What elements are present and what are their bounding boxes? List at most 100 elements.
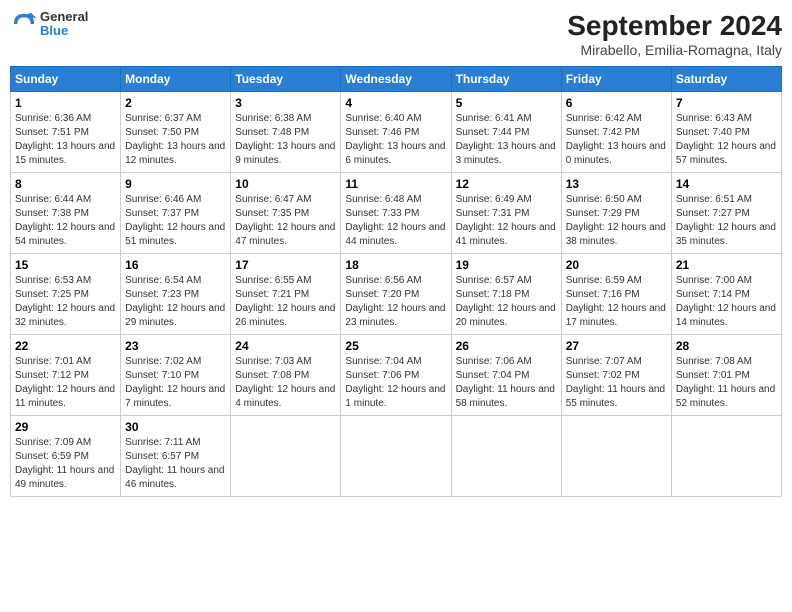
weekday-header-wednesday: Wednesday xyxy=(341,67,451,92)
calendar-cell: 10 Sunrise: 6:47 AMSunset: 7:35 PMDayligh… xyxy=(231,173,341,254)
day-info: Sunrise: 7:11 AMSunset: 6:57 PMDaylight:… xyxy=(125,436,226,492)
day-info: Sunrise: 6:55 AMSunset: 7:21 PMDaylight:… xyxy=(235,274,336,330)
day-number: 13 xyxy=(566,177,667,191)
day-info: Sunrise: 6:42 AMSunset: 7:42 PMDaylight:… xyxy=(566,112,667,168)
day-number: 15 xyxy=(15,258,116,272)
calendar-cell: 30 Sunrise: 7:11 AMSunset: 6:57 PMDayligh… xyxy=(121,416,231,497)
calendar-cell: 16 Sunrise: 6:54 AMSunset: 7:23 PMDayligh… xyxy=(121,254,231,335)
day-info: Sunrise: 6:53 AMSunset: 7:25 PMDaylight:… xyxy=(15,274,116,330)
calendar-table: SundayMondayTuesdayWednesdayThursdayFrid… xyxy=(10,66,782,497)
day-info: Sunrise: 6:59 AMSunset: 7:16 PMDaylight:… xyxy=(566,274,667,330)
day-number: 17 xyxy=(235,258,336,272)
calendar-cell: 26 Sunrise: 7:06 AMSunset: 7:04 PMDayligh… xyxy=(451,335,561,416)
calendar-cell: 21Sunrise: 7:00 AMSunset: 7:14 PMDayligh… xyxy=(671,254,781,335)
day-info: Sunrise: 6:57 AMSunset: 7:18 PMDaylight:… xyxy=(456,274,557,330)
day-info: Sunrise: 7:06 AMSunset: 7:04 PMDaylight:… xyxy=(456,355,557,411)
day-info: Sunrise: 6:37 AMSunset: 7:50 PMDaylight:… xyxy=(125,112,226,168)
calendar-cell xyxy=(671,416,781,497)
day-number: 28 xyxy=(676,339,777,353)
day-info: Sunrise: 7:03 AMSunset: 7:08 PMDaylight:… xyxy=(235,355,336,411)
day-number: 12 xyxy=(456,177,557,191)
calendar-cell: 17 Sunrise: 6:55 AMSunset: 7:21 PMDayligh… xyxy=(231,254,341,335)
calendar-cell: 7 Sunrise: 6:43 AMSunset: 7:40 PMDaylight… xyxy=(671,92,781,173)
calendar-cell xyxy=(231,416,341,497)
week-row-1: 1Sunrise: 6:36 AMSunset: 7:51 PMDaylight… xyxy=(11,92,782,173)
calendar-cell: 2 Sunrise: 6:37 AMSunset: 7:50 PMDaylight… xyxy=(121,92,231,173)
day-number: 27 xyxy=(566,339,667,353)
calendar-cell xyxy=(451,416,561,497)
calendar-cell: 4 Sunrise: 6:40 AMSunset: 7:46 PMDaylight… xyxy=(341,92,451,173)
header: General Blue September 2024 Mirabello, E… xyxy=(10,10,782,58)
calendar-title: September 2024 xyxy=(567,10,782,42)
day-info: Sunrise: 7:08 AMSunset: 7:01 PMDaylight:… xyxy=(676,355,777,411)
day-info: Sunrise: 6:41 AMSunset: 7:44 PMDaylight:… xyxy=(456,112,557,168)
day-number: 16 xyxy=(125,258,226,272)
calendar-cell: 22Sunrise: 7:01 AMSunset: 7:12 PMDayligh… xyxy=(11,335,121,416)
day-info: Sunrise: 6:56 AMSunset: 7:20 PMDaylight:… xyxy=(345,274,446,330)
day-number: 23 xyxy=(125,339,226,353)
logo-text: General Blue xyxy=(40,10,88,39)
calendar-cell: 23 Sunrise: 7:02 AMSunset: 7:10 PMDayligh… xyxy=(121,335,231,416)
weekday-header-saturday: Saturday xyxy=(671,67,781,92)
day-number: 6 xyxy=(566,96,667,110)
logo-line2: Blue xyxy=(40,24,88,38)
day-number: 3 xyxy=(235,96,336,110)
day-info: Sunrise: 6:43 AMSunset: 7:40 PMDaylight:… xyxy=(676,112,777,168)
day-info: Sunrise: 7:09 AMSunset: 6:59 PMDaylight:… xyxy=(15,436,116,492)
day-info: Sunrise: 7:04 AMSunset: 7:06 PMDaylight:… xyxy=(345,355,446,411)
day-info: Sunrise: 7:02 AMSunset: 7:10 PMDaylight:… xyxy=(125,355,226,411)
day-info: Sunrise: 6:50 AMSunset: 7:29 PMDaylight:… xyxy=(566,193,667,249)
day-info: Sunrise: 6:47 AMSunset: 7:35 PMDaylight:… xyxy=(235,193,336,249)
day-info: Sunrise: 6:46 AMSunset: 7:37 PMDaylight:… xyxy=(125,193,226,249)
day-info: Sunrise: 7:00 AMSunset: 7:14 PMDaylight:… xyxy=(676,274,777,330)
day-number: 8 xyxy=(15,177,116,191)
day-number: 26 xyxy=(456,339,557,353)
day-info: Sunrise: 6:48 AMSunset: 7:33 PMDaylight:… xyxy=(345,193,446,249)
calendar-cell: 12 Sunrise: 6:49 AMSunset: 7:31 PMDayligh… xyxy=(451,173,561,254)
week-row-3: 15 Sunrise: 6:53 AMSunset: 7:25 PMDayligh… xyxy=(11,254,782,335)
day-number: 5 xyxy=(456,96,557,110)
day-number: 24 xyxy=(235,339,336,353)
calendar-cell: 19 Sunrise: 6:57 AMSunset: 7:18 PMDayligh… xyxy=(451,254,561,335)
calendar-subtitle: Mirabello, Emilia-Romagna, Italy xyxy=(567,42,782,58)
calendar-cell: 1Sunrise: 6:36 AMSunset: 7:51 PMDaylight… xyxy=(11,92,121,173)
calendar-cell: 6 Sunrise: 6:42 AMSunset: 7:42 PMDaylight… xyxy=(561,92,671,173)
day-number: 22 xyxy=(15,339,116,353)
calendar-cell: 11 Sunrise: 6:48 AMSunset: 7:33 PMDayligh… xyxy=(341,173,451,254)
calendar-cell xyxy=(561,416,671,497)
day-number: 30 xyxy=(125,420,226,434)
day-number: 18 xyxy=(345,258,446,272)
day-number: 1 xyxy=(15,96,116,110)
weekday-header-sunday: Sunday xyxy=(11,67,121,92)
week-row-2: 8Sunrise: 6:44 AMSunset: 7:38 PMDaylight… xyxy=(11,173,782,254)
week-row-4: 22Sunrise: 7:01 AMSunset: 7:12 PMDayligh… xyxy=(11,335,782,416)
calendar-cell: 18 Sunrise: 6:56 AMSunset: 7:20 PMDayligh… xyxy=(341,254,451,335)
day-number: 14 xyxy=(676,177,777,191)
weekday-header-monday: Monday xyxy=(121,67,231,92)
day-info: Sunrise: 6:49 AMSunset: 7:31 PMDaylight:… xyxy=(456,193,557,249)
logo-line1: General xyxy=(40,10,88,24)
day-number: 7 xyxy=(676,96,777,110)
day-number: 2 xyxy=(125,96,226,110)
day-number: 19 xyxy=(456,258,557,272)
calendar-cell: 13 Sunrise: 6:50 AMSunset: 7:29 PMDayligh… xyxy=(561,173,671,254)
day-number: 11 xyxy=(345,177,446,191)
calendar-cell: 20Sunrise: 6:59 AMSunset: 7:16 PMDayligh… xyxy=(561,254,671,335)
day-info: Sunrise: 6:40 AMSunset: 7:46 PMDaylight:… xyxy=(345,112,446,168)
calendar-cell: 28 Sunrise: 7:08 AMSunset: 7:01 PMDayligh… xyxy=(671,335,781,416)
day-number: 10 xyxy=(235,177,336,191)
week-row-5: 29Sunrise: 7:09 AMSunset: 6:59 PMDayligh… xyxy=(11,416,782,497)
logo: General Blue xyxy=(10,10,88,39)
day-info: Sunrise: 6:51 AMSunset: 7:27 PMDaylight:… xyxy=(676,193,777,249)
calendar-cell: 14 Sunrise: 6:51 AMSunset: 7:27 PMDayligh… xyxy=(671,173,781,254)
weekday-header-row: SundayMondayTuesdayWednesdayThursdayFrid… xyxy=(11,67,782,92)
weekday-header-tuesday: Tuesday xyxy=(231,67,341,92)
day-info: Sunrise: 6:54 AMSunset: 7:23 PMDaylight:… xyxy=(125,274,226,330)
calendar-cell: 24 Sunrise: 7:03 AMSunset: 7:08 PMDayligh… xyxy=(231,335,341,416)
calendar-cell: 25Sunrise: 7:04 AMSunset: 7:06 PMDayligh… xyxy=(341,335,451,416)
calendar-cell: 27 Sunrise: 7:07 AMSunset: 7:02 PMDayligh… xyxy=(561,335,671,416)
day-info: Sunrise: 7:07 AMSunset: 7:02 PMDaylight:… xyxy=(566,355,667,411)
day-number: 4 xyxy=(345,96,446,110)
calendar-cell: 15 Sunrise: 6:53 AMSunset: 7:25 PMDayligh… xyxy=(11,254,121,335)
calendar-cell: 5 Sunrise: 6:41 AMSunset: 7:44 PMDaylight… xyxy=(451,92,561,173)
